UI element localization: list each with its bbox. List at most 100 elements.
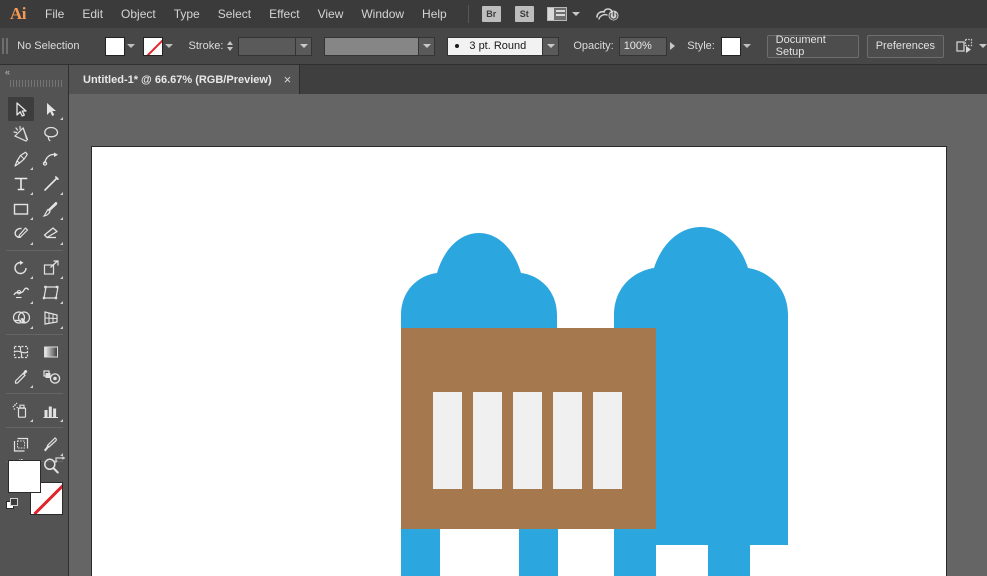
flyout-triangle-icon bbox=[30, 301, 33, 304]
crib-slat bbox=[433, 392, 462, 489]
shape-builder-tool[interactable] bbox=[8, 306, 34, 330]
brush-definition-label: 3 pt. Round bbox=[469, 40, 527, 52]
brush-definition-field[interactable]: 3 pt. Round bbox=[447, 36, 544, 56]
blend-tool[interactable] bbox=[38, 365, 64, 389]
stroke-weight-dropdown[interactable] bbox=[296, 36, 313, 56]
double-chevron-left-icon[interactable]: « bbox=[0, 65, 68, 78]
workspace-switcher[interactable] bbox=[546, 7, 580, 21]
document-tab[interactable]: Untitled-1* @ 66.67% (RGB/Preview) × bbox=[69, 65, 301, 94]
control-bar-grip[interactable] bbox=[2, 35, 11, 57]
chevron-down-icon bbox=[979, 44, 987, 48]
menu-view[interactable]: View bbox=[309, 0, 353, 28]
stock-button[interactable]: St bbox=[514, 6, 534, 22]
menu-effect[interactable]: Effect bbox=[260, 0, 308, 28]
graphic-style-dropdown[interactable] bbox=[741, 37, 753, 56]
free-transform-tool[interactable] bbox=[38, 281, 64, 305]
opacity-options-arrow[interactable] bbox=[667, 37, 680, 56]
perspective-grid-tool[interactable] bbox=[38, 306, 64, 330]
default-fill-stroke-icon[interactable] bbox=[6, 498, 20, 512]
paintbrush-tool[interactable] bbox=[38, 197, 64, 221]
artboard[interactable] bbox=[91, 146, 947, 576]
menu-type[interactable]: Type bbox=[165, 0, 209, 28]
type-tool[interactable] bbox=[8, 172, 34, 196]
menu-object[interactable]: Object bbox=[112, 0, 165, 28]
artwork-crib-illustration[interactable] bbox=[92, 147, 948, 576]
creative-cloud-icon[interactable] bbox=[594, 4, 620, 24]
eyedropper-tool[interactable] bbox=[8, 365, 34, 389]
flyout-triangle-icon bbox=[30, 419, 33, 422]
fill-dropdown-arrow[interactable] bbox=[125, 37, 137, 56]
rectangle-tool[interactable] bbox=[8, 197, 34, 221]
brush-definition-dropdown[interactable] bbox=[543, 36, 560, 56]
pencil-tool[interactable] bbox=[8, 222, 34, 246]
canvas-area[interactable] bbox=[69, 94, 987, 576]
stroke-weight-combo[interactable] bbox=[238, 36, 313, 56]
illustrator-window: Ai File Edit Object Type Select Effect V… bbox=[0, 0, 987, 576]
stroke-profile-combo[interactable] bbox=[324, 36, 436, 56]
preferences-button[interactable]: Preferences bbox=[866, 34, 945, 58]
line-segment-tool[interactable] bbox=[38, 172, 64, 196]
mesh-tool[interactable] bbox=[8, 340, 34, 364]
flyout-triangle-icon bbox=[30, 167, 33, 170]
magic-wand-tool[interactable] bbox=[8, 122, 34, 146]
scale-tool[interactable] bbox=[38, 256, 64, 280]
flyout-triangle-icon bbox=[60, 419, 63, 422]
brush-definition-combo[interactable]: 3 pt. Round bbox=[447, 36, 560, 56]
stroke-profile-input[interactable] bbox=[324, 36, 420, 56]
tools-panel-grip[interactable] bbox=[0, 78, 68, 89]
tools-panel: « bbox=[0, 65, 69, 576]
fill-swatch[interactable] bbox=[104, 36, 125, 56]
lasso-tool[interactable] bbox=[38, 122, 64, 146]
opacity-input[interactable]: 100% bbox=[618, 36, 667, 56]
stroke-profile-dropdown[interactable] bbox=[419, 36, 436, 56]
bridge-button[interactable]: Br bbox=[481, 6, 501, 22]
menu-help[interactable]: Help bbox=[413, 0, 456, 28]
leg-1 bbox=[401, 527, 440, 576]
flyout-triangle-icon bbox=[30, 217, 33, 220]
document-tab-title: Untitled-1* @ 66.67% (RGB/Preview) bbox=[83, 73, 272, 86]
gradient-tool[interactable] bbox=[38, 340, 64, 364]
stroke-weight-label: Stroke: bbox=[188, 40, 224, 52]
close-icon[interactable]: × bbox=[284, 73, 292, 86]
align-to-artboard-control[interactable] bbox=[956, 38, 987, 55]
flyout-triangle-icon bbox=[60, 192, 63, 195]
pen-tool[interactable] bbox=[8, 147, 34, 171]
eraser-tool[interactable] bbox=[38, 222, 64, 246]
flyout-triangle-icon bbox=[30, 385, 33, 388]
curvature-tool[interactable] bbox=[38, 147, 64, 171]
crib-slat bbox=[513, 392, 542, 489]
flyout-triangle-icon bbox=[60, 242, 63, 245]
column-graph-tool[interactable] bbox=[38, 399, 64, 423]
flyout-triangle-icon bbox=[60, 301, 63, 304]
menu-edit[interactable]: Edit bbox=[73, 0, 112, 28]
selection-tool[interactable] bbox=[8, 97, 34, 121]
swap-fill-stroke-icon[interactable] bbox=[53, 456, 67, 470]
direct-selection-tool[interactable] bbox=[38, 97, 64, 121]
flyout-triangle-icon bbox=[30, 192, 33, 195]
graphic-style-swatch[interactable] bbox=[720, 36, 741, 56]
width-tool[interactable] bbox=[8, 281, 34, 305]
workspace-layout-icon bbox=[546, 7, 567, 21]
fill-stroke-controls bbox=[6, 456, 66, 520]
rotate-tool[interactable] bbox=[8, 256, 34, 280]
stroke-weight-stepper[interactable] bbox=[225, 37, 235, 56]
artwork-shapes bbox=[401, 227, 788, 576]
stroke-weight-input[interactable] bbox=[238, 36, 297, 56]
style-label: Style: bbox=[687, 40, 715, 52]
chevron-down-icon bbox=[571, 12, 580, 16]
tools-divider bbox=[6, 393, 63, 394]
menu-select[interactable]: Select bbox=[209, 0, 260, 28]
flyout-triangle-icon bbox=[60, 217, 63, 220]
toolbar-fill-swatch[interactable] bbox=[8, 460, 41, 493]
symbol-sprayer-tool[interactable] bbox=[8, 399, 34, 423]
menu-window[interactable]: Window bbox=[352, 0, 413, 28]
flyout-triangle-icon bbox=[30, 326, 33, 329]
crib-slat bbox=[473, 392, 502, 489]
control-bar: No Selection Stroke: 3 pt. Round Opacity… bbox=[0, 28, 987, 65]
tools-divider bbox=[6, 250, 63, 251]
stroke-swatch[interactable] bbox=[142, 36, 163, 56]
menu-file[interactable]: File bbox=[36, 0, 73, 28]
document-setup-button[interactable]: Document Setup bbox=[766, 34, 859, 58]
document-tab-bar: Untitled-1* @ 66.67% (RGB/Preview) × bbox=[0, 65, 987, 95]
stroke-dropdown-arrow[interactable] bbox=[163, 37, 175, 56]
